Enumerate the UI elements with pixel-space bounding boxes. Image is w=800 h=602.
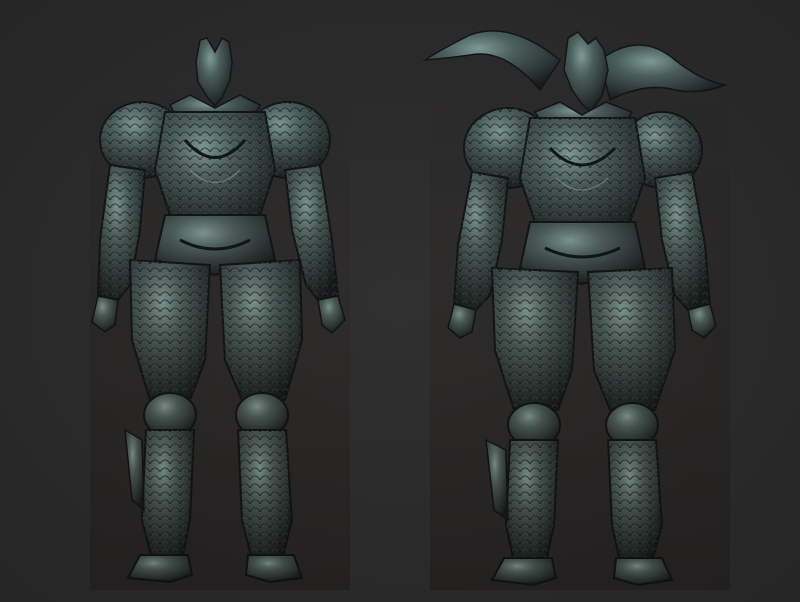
armored-figure-right-render — [422, 30, 730, 590]
armored-figure-right — [410, 0, 740, 602]
armored-figure-left-render — [90, 30, 350, 590]
right-body — [422, 30, 730, 590]
sculpt-viewport — [0, 0, 800, 602]
left-body — [90, 30, 350, 590]
armored-figure-left — [70, 0, 370, 602]
